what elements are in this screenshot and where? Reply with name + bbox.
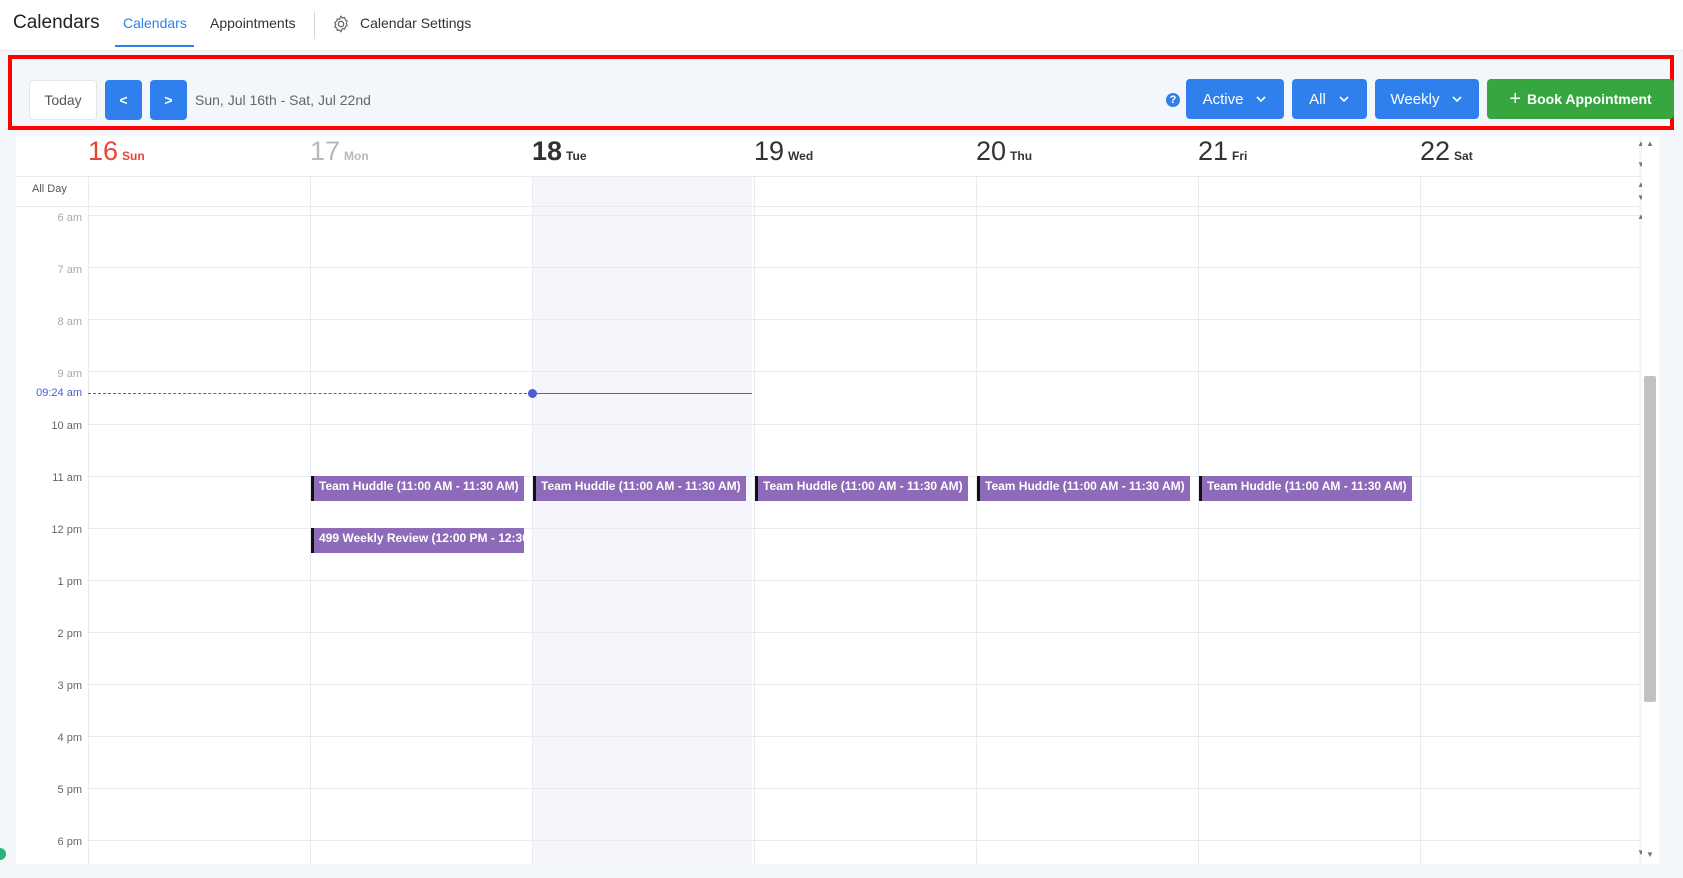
- time-label: 3 pm: [57, 680, 82, 692]
- event-team-huddle-wed[interactable]: Team Huddle (11:00 AM - 11:30 AM): [755, 476, 968, 501]
- today-column-highlight: [532, 176, 752, 864]
- current-time-line: [532, 393, 752, 394]
- day-number: 21: [1198, 136, 1229, 166]
- event-team-huddle-tue[interactable]: Team Huddle (11:00 AM - 11:30 AM): [533, 476, 746, 501]
- hour-line: [88, 788, 1639, 789]
- chevron-down-icon: [1452, 96, 1463, 103]
- previous-week-button[interactable]: <: [105, 80, 142, 120]
- column-divider: [310, 176, 311, 864]
- time-label: 7 am: [57, 264, 82, 276]
- top-nav: Calendars Calendars Appointments Calenda…: [0, 0, 1683, 51]
- week-calendar: 16 Sun 17 Mon 18 Tue 19 Wed 20 Thu 21 Fri 22 Sa…: [16, 136, 1639, 864]
- page-scrollbar[interactable]: ▲ ▼: [1642, 136, 1659, 864]
- day-header-wed[interactable]: 19 Wed: [754, 136, 813, 176]
- chat-widget-icon[interactable]: [0, 848, 6, 860]
- all-day-divider: [16, 206, 1639, 207]
- current-time-label: 09:24 am: [36, 387, 82, 399]
- event-team-huddle-thu[interactable]: Team Huddle (11:00 AM - 11:30 AM): [977, 476, 1190, 501]
- tab-divider: [314, 11, 315, 39]
- book-appointment-button[interactable]: + Book Appointment: [1487, 79, 1674, 119]
- day-header-mon[interactable]: 17 Mon: [310, 136, 369, 176]
- day-name: Tue: [566, 149, 587, 163]
- day-header-sat[interactable]: 22 Sat: [1420, 136, 1473, 176]
- event-weekly-review-mon[interactable]: 499 Weekly Review (12:00 PM - 12:30 PM): [311, 528, 524, 553]
- hour-line: [88, 371, 1639, 372]
- day-name: Fri: [1232, 149, 1248, 163]
- time-label: 2 pm: [57, 628, 82, 640]
- hour-line: [88, 319, 1639, 320]
- tab-calendar-settings[interactable]: Calendar Settings: [360, 15, 471, 31]
- user-filter-dropdown[interactable]: All: [1292, 79, 1367, 119]
- user-filter-value: All: [1309, 90, 1326, 108]
- scroll-up-arrow[interactable]: ▲: [1646, 139, 1654, 148]
- hour-line: [88, 632, 1639, 633]
- time-label: 5 pm: [57, 784, 82, 796]
- day-name: Sun: [122, 149, 145, 163]
- time-label: 6 pm: [57, 836, 82, 848]
- day-name: Wed: [788, 149, 814, 163]
- app-title: Calendars: [13, 12, 100, 33]
- time-label: 6 am: [57, 212, 82, 224]
- day-number: 20: [976, 136, 1007, 166]
- column-divider: [1420, 176, 1421, 864]
- status-filter-value: Active: [1202, 90, 1244, 108]
- help-icon[interactable]: ?: [1166, 93, 1180, 107]
- day-name: Sat: [1454, 149, 1473, 163]
- hour-line: [88, 424, 1639, 425]
- hour-line: [88, 736, 1639, 737]
- current-time-dot: [528, 389, 537, 398]
- tab-calendars[interactable]: Calendars: [123, 15, 187, 31]
- scroll-down-arrow[interactable]: ▼: [1646, 850, 1654, 859]
- day-number: 19: [754, 136, 785, 166]
- hour-line: [88, 684, 1639, 685]
- time-label: 1 pm: [57, 576, 82, 588]
- time-label: 11 am: [52, 472, 82, 484]
- event-team-huddle-mon[interactable]: Team Huddle (11:00 AM - 11:30 AM): [311, 476, 524, 501]
- day-number: 18: [532, 136, 563, 166]
- column-divider: [532, 176, 533, 864]
- active-tab-indicator: [115, 45, 194, 47]
- day-header-fri[interactable]: 21 Fri: [1198, 136, 1247, 176]
- time-label: 12 pm: [51, 524, 82, 536]
- view-mode-dropdown[interactable]: Weekly: [1375, 79, 1479, 119]
- day-header-sun[interactable]: 16 Sun: [88, 136, 145, 176]
- status-filter-dropdown[interactable]: Active: [1186, 79, 1284, 119]
- column-divider: [88, 176, 89, 864]
- column-divider: [754, 176, 755, 864]
- hour-line: [88, 215, 1639, 216]
- time-label: 9 am: [57, 368, 82, 380]
- plus-icon: +: [1509, 88, 1521, 110]
- all-day-label: All Day: [32, 183, 67, 195]
- day-header-tue[interactable]: 18 Tue: [532, 136, 587, 176]
- hour-line: [88, 840, 1639, 841]
- hour-line: [88, 580, 1639, 581]
- scrollbar-thumb[interactable]: [1644, 376, 1656, 702]
- date-range-label: Sun, Jul 16th - Sat, Jul 22nd: [195, 92, 371, 108]
- day-number: 17: [310, 136, 341, 166]
- time-label: 4 pm: [57, 732, 82, 744]
- time-label: 8 am: [57, 316, 82, 328]
- hour-line: [88, 267, 1639, 268]
- view-mode-value: Weekly: [1390, 90, 1440, 108]
- day-number: 16: [88, 136, 119, 166]
- day-number: 22: [1420, 136, 1451, 166]
- tab-appointments[interactable]: Appointments: [210, 15, 296, 31]
- column-divider: [1198, 176, 1199, 864]
- event-team-huddle-fri[interactable]: Team Huddle (11:00 AM - 11:30 AM): [1199, 476, 1412, 501]
- next-week-button[interactable]: >: [150, 80, 187, 120]
- today-button[interactable]: Today: [29, 80, 97, 120]
- current-time-line-past: [88, 393, 532, 394]
- column-divider: [976, 176, 977, 864]
- book-appointment-label: Book Appointment: [1527, 91, 1652, 107]
- chevron-down-icon: [1339, 96, 1349, 103]
- time-label: 10 am: [51, 420, 82, 432]
- chevron-down-icon: [1256, 96, 1266, 103]
- gear-icon[interactable]: [331, 14, 351, 34]
- header-divider: [16, 176, 1639, 177]
- day-name: Thu: [1010, 149, 1033, 163]
- day-name: Mon: [344, 149, 369, 163]
- calendar-toolbar: Today < > Sun, Jul 16th - Sat, Jul 22nd …: [8, 55, 1674, 130]
- day-header-thu[interactable]: 20 Thu: [976, 136, 1032, 176]
